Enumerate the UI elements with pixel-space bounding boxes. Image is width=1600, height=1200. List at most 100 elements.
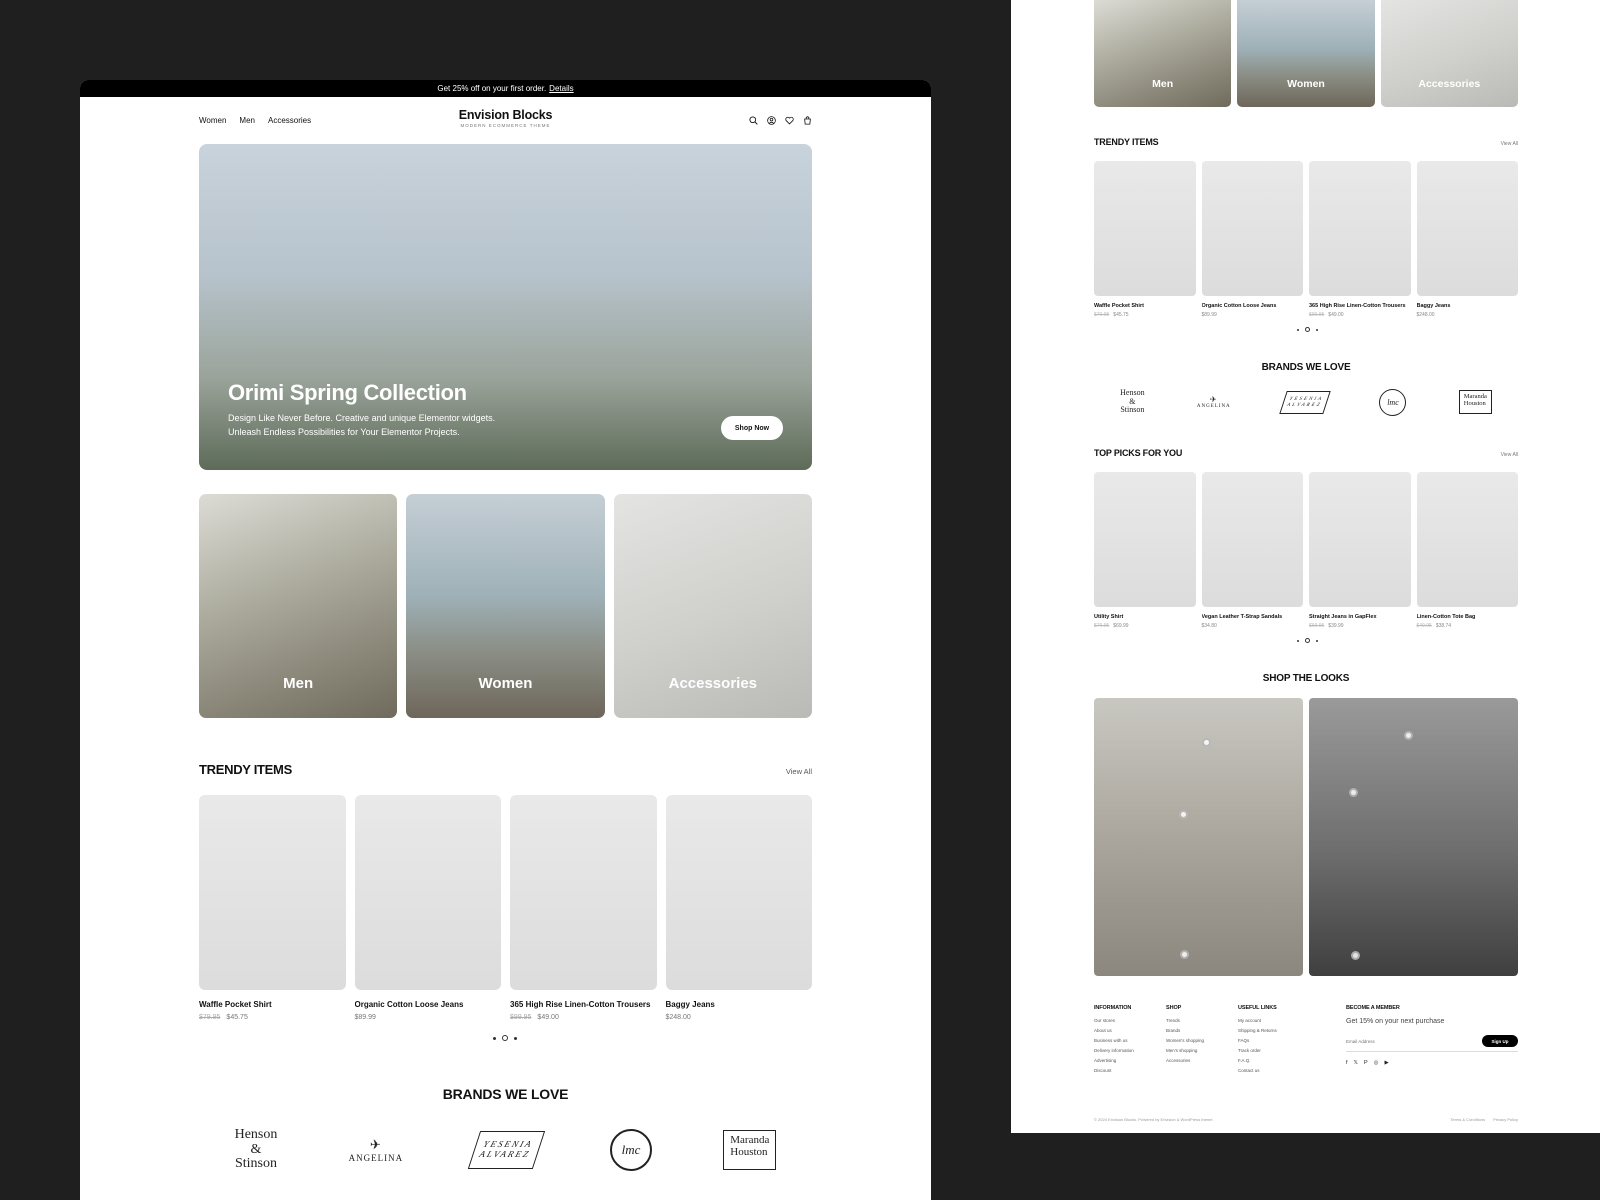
- privacy-link[interactable]: Privacy Policy: [1493, 1117, 1518, 1122]
- brand-logo-henson-stinson[interactable]: Henson & Stinson: [1120, 389, 1144, 415]
- carousel-dot[interactable]: [1316, 328, 1318, 331]
- product-card[interactable]: Baggy Jeans $248.00: [665, 795, 813, 1021]
- footer-link[interactable]: Our stores: [1094, 1018, 1166, 1023]
- carousel-dot[interactable]: [1316, 639, 1318, 642]
- footer-link[interactable]: F.A.Q.: [1238, 1058, 1310, 1063]
- account-icon[interactable]: [767, 115, 776, 125]
- product-image[interactable]: [1201, 161, 1303, 296]
- product-image[interactable]: [199, 795, 346, 990]
- product-card[interactable]: 365 High Rise Linen-Cotton Trousers $99.…: [510, 795, 657, 1021]
- product-name[interactable]: 365 High Rise Linen-Cotton Trousers: [1309, 303, 1411, 309]
- product-card[interactable]: Linen-Cotton Tote Bag $49.95 $38.74: [1416, 472, 1519, 629]
- footer-link[interactable]: Track order: [1238, 1048, 1310, 1053]
- footer-link[interactable]: Contact us: [1238, 1068, 1310, 1073]
- view-all-link[interactable]: View All: [1501, 141, 1518, 147]
- product-card[interactable]: 365 High Rise Linen-Cotton Trousers $99.…: [1309, 161, 1411, 318]
- category-card-men[interactable]: Men: [199, 494, 398, 718]
- look-hotspot[interactable]: [1349, 788, 1358, 797]
- instagram-icon[interactable]: ◎: [1374, 1060, 1379, 1066]
- product-name[interactable]: Waffle Pocket Shirt: [199, 1000, 346, 1009]
- brand-logo-lmc[interactable]: lmc: [610, 1129, 653, 1171]
- category-card-women[interactable]: Women: [1237, 0, 1375, 107]
- product-name[interactable]: 365 High Rise Linen-Cotton Trousers: [510, 1000, 657, 1009]
- look-hotspot[interactable]: [1179, 810, 1188, 819]
- carousel-dot-active[interactable]: [1305, 327, 1310, 332]
- product-name[interactable]: Organic Cotton Loose Jeans: [1202, 303, 1304, 309]
- product-card[interactable]: Waffle Pocket Shirt $79.95 $45.75: [199, 795, 346, 1021]
- footer-link[interactable]: Trends: [1166, 1018, 1238, 1023]
- product-name[interactable]: Baggy Jeans: [666, 1000, 813, 1009]
- category-card-accessories[interactable]: Accessories: [1380, 0, 1518, 107]
- view-all-link[interactable]: View All: [1501, 452, 1518, 458]
- product-image[interactable]: [1416, 161, 1518, 296]
- product-name[interactable]: Utility Shirt: [1094, 614, 1196, 620]
- product-image[interactable]: [665, 795, 812, 990]
- pinterest-icon[interactable]: P: [1364, 1060, 1368, 1066]
- brand-logo-yesenia-alvarez[interactable]: YESENIA ALVAREZ: [468, 1131, 545, 1169]
- brand-logo-angelina[interactable]: ✈ ANGELINA: [349, 1137, 404, 1163]
- brand-logo-maranda-houston[interactable]: Maranda Houston: [723, 1130, 777, 1170]
- view-all-link[interactable]: View All: [786, 767, 812, 776]
- brand-logo-maranda-houston[interactable]: Maranda Houston: [1458, 389, 1492, 415]
- look-hotspot[interactable]: [1202, 738, 1211, 747]
- carousel-dot[interactable]: [1297, 639, 1299, 642]
- sign-up-button[interactable]: Sign Up: [1482, 1035, 1518, 1047]
- product-image[interactable]: [354, 795, 501, 990]
- product-card[interactable]: Utility Shirt $79.95 $69.99: [1094, 472, 1196, 629]
- site-logo[interactable]: Envision Blocks MODERN ECOMMERCE THEME: [459, 108, 553, 128]
- footer-link[interactable]: Discount: [1094, 1068, 1166, 1073]
- cart-icon[interactable]: [803, 115, 812, 125]
- youtube-icon[interactable]: ▶: [1384, 1060, 1388, 1066]
- product-card[interactable]: Straight Jeans in GapFlex $69.95 $39.99: [1309, 472, 1411, 629]
- product-image[interactable]: [1094, 161, 1196, 296]
- product-name[interactable]: Organic Cotton Loose Jeans: [355, 1000, 502, 1009]
- carousel-dot-active[interactable]: [502, 1035, 508, 1041]
- product-card[interactable]: Organic Cotton Loose Jeans $89.99: [354, 795, 502, 1021]
- carousel-dot[interactable]: [514, 1036, 517, 1040]
- footer-link[interactable]: Delivery information: [1094, 1048, 1166, 1053]
- look-card[interactable]: [1309, 698, 1518, 976]
- footer-link[interactable]: Shipping & Returns: [1238, 1028, 1310, 1033]
- footer-link[interactable]: Brands: [1166, 1028, 1238, 1033]
- product-card[interactable]: Baggy Jeans $248.00: [1416, 161, 1519, 318]
- x-twitter-icon[interactable]: 𝕏: [1354, 1060, 1358, 1066]
- footer-link[interactable]: Women's shopping: [1166, 1038, 1238, 1043]
- category-card-men[interactable]: Men: [1094, 0, 1232, 107]
- product-image[interactable]: [1201, 472, 1303, 607]
- product-name[interactable]: Vegan Leather T-Strap Sandals: [1202, 614, 1304, 620]
- product-card[interactable]: Vegan Leather T-Strap Sandals $34.80: [1201, 472, 1304, 629]
- footer-link[interactable]: FAQs: [1238, 1038, 1310, 1043]
- category-card-women[interactable]: Women: [406, 494, 605, 718]
- footer-link[interactable]: Accessories: [1166, 1058, 1238, 1063]
- product-image[interactable]: [1416, 472, 1518, 607]
- nav-men[interactable]: Men: [239, 116, 255, 125]
- look-hotspot[interactable]: [1404, 731, 1413, 740]
- category-card-accessories[interactable]: Accessories: [613, 494, 812, 718]
- product-name[interactable]: Linen-Cotton Tote Bag: [1417, 614, 1519, 620]
- product-image[interactable]: [1094, 472, 1196, 607]
- shop-now-button[interactable]: Shop Now: [721, 416, 783, 440]
- brand-logo-lmc[interactable]: lmc: [1379, 388, 1407, 416]
- product-image[interactable]: [1309, 472, 1411, 607]
- footer-link[interactable]: Men's shopping: [1166, 1048, 1238, 1053]
- product-name[interactable]: Waffle Pocket Shirt: [1094, 303, 1196, 309]
- footer-link[interactable]: Advertising: [1094, 1058, 1166, 1063]
- carousel-dot[interactable]: [1297, 328, 1299, 331]
- wishlist-icon[interactable]: [785, 116, 794, 125]
- look-hotspot[interactable]: [1351, 951, 1360, 960]
- brand-logo-angelina[interactable]: ✈ ANGELINA: [1197, 395, 1231, 409]
- carousel-dot[interactable]: [493, 1036, 496, 1040]
- search-icon[interactable]: [749, 115, 758, 125]
- promo-details-link[interactable]: Details: [549, 84, 573, 93]
- product-name[interactable]: Baggy Jeans: [1417, 303, 1519, 309]
- nav-accessories[interactable]: Accessories: [268, 116, 311, 125]
- look-card[interactable]: [1094, 698, 1303, 976]
- footer-link[interactable]: About us: [1094, 1028, 1166, 1033]
- brand-logo-henson-stinson[interactable]: Henson & Stinson: [235, 1127, 278, 1172]
- product-card[interactable]: Organic Cotton Loose Jeans $89.99: [1201, 161, 1304, 318]
- product-name[interactable]: Straight Jeans in GapFlex: [1309, 614, 1411, 620]
- carousel-dot-active[interactable]: [1305, 638, 1310, 643]
- product-image[interactable]: [510, 795, 657, 990]
- email-field[interactable]: [1346, 1038, 1456, 1044]
- nav-women[interactable]: Women: [199, 116, 226, 125]
